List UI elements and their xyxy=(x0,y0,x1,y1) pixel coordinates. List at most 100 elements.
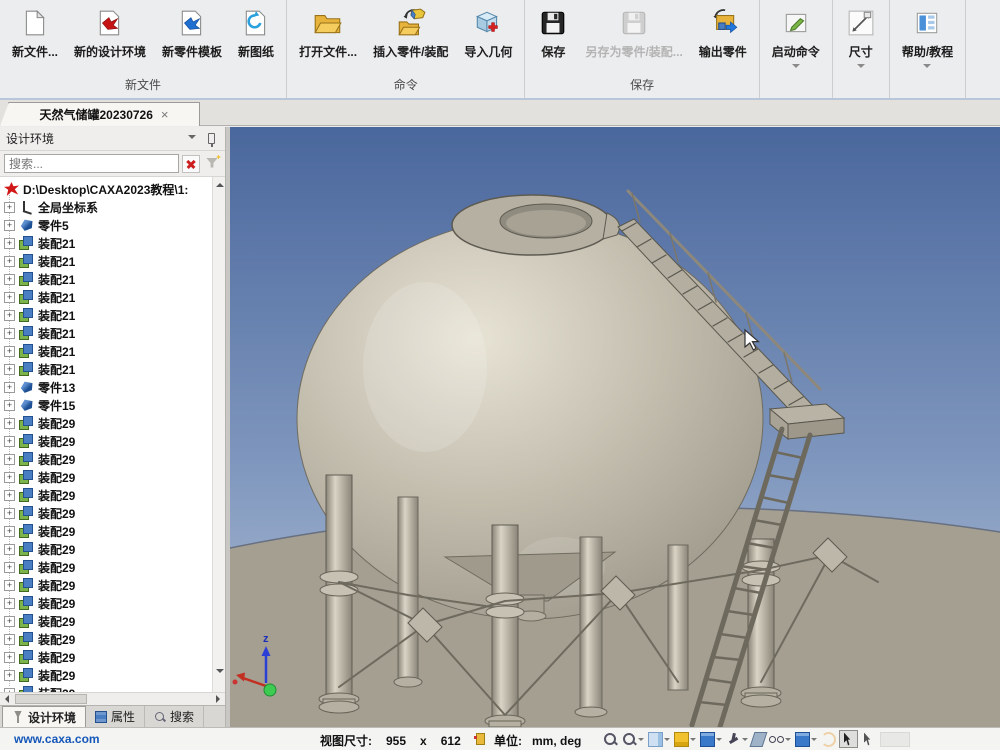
chevron-down-icon[interactable] xyxy=(811,738,817,744)
caxa-website-link[interactable]: www.caxa.com xyxy=(14,732,100,746)
help-tutorial-button[interactable]: 帮助/教程 xyxy=(894,0,961,72)
tree-item[interactable]: 装配29 xyxy=(4,666,225,684)
expand-icon[interactable] xyxy=(4,526,15,537)
document-tab[interactable]: 天然气储罐20230726 × xyxy=(8,102,200,126)
save-button[interactable]: 保存 xyxy=(529,0,577,60)
expand-icon[interactable] xyxy=(4,490,15,501)
view-tool-button[interactable] xyxy=(839,730,858,748)
expand-icon[interactable] xyxy=(4,238,15,249)
tab-design-environment[interactable]: 设计环境 xyxy=(2,706,86,727)
close-icon[interactable]: × xyxy=(161,107,169,122)
view-tool-button[interactable] xyxy=(751,730,766,748)
expand-icon[interactable] xyxy=(4,436,15,447)
scroll-right-icon[interactable] xyxy=(212,693,225,705)
expand-icon[interactable] xyxy=(4,652,15,663)
new-drawing-button[interactable]: 新图纸 xyxy=(230,0,282,60)
tree-item[interactable]: 零件15 xyxy=(4,396,225,414)
expand-icon[interactable] xyxy=(4,418,15,429)
scroll-left-icon[interactable] xyxy=(0,693,13,705)
new-design-env-button[interactable]: 新的设计环境 xyxy=(66,0,154,60)
tree-item[interactable]: 装配29 xyxy=(4,432,225,450)
insert-part-button[interactable]: 插入零件/装配 xyxy=(365,0,456,60)
launch-command-button[interactable]: 启动命令 xyxy=(764,0,828,72)
view-tool-button[interactable] xyxy=(725,730,749,748)
chevron-down-icon[interactable] xyxy=(716,738,722,744)
expand-icon[interactable] xyxy=(4,292,15,303)
expand-icon[interactable] xyxy=(4,616,15,627)
tree-item[interactable]: 装配29 xyxy=(4,630,225,648)
tree-item[interactable]: 装配21 xyxy=(4,324,225,342)
view-tool-button[interactable] xyxy=(699,730,723,748)
chevron-down-icon[interactable] xyxy=(664,738,670,744)
view-tool-button[interactable] xyxy=(860,730,877,748)
tree-item[interactable]: 装配29 xyxy=(4,504,225,522)
import-geometry-button[interactable]: 导入几何 xyxy=(456,0,520,60)
tree-root[interactable]: D:\Desktop\CAXA2023教程\1: xyxy=(4,180,225,198)
pin-icon[interactable] xyxy=(208,133,215,144)
tree-item[interactable]: 装配21 xyxy=(4,360,225,378)
tree-item[interactable]: 装配29 xyxy=(4,540,225,558)
expand-icon[interactable] xyxy=(4,400,15,411)
tree-item[interactable]: 装配29 xyxy=(4,576,225,594)
expand-icon[interactable] xyxy=(4,562,15,573)
scrollbar-thumb[interactable] xyxy=(15,694,87,704)
expand-icon[interactable] xyxy=(4,544,15,555)
chevron-down-icon[interactable] xyxy=(690,738,696,744)
filter-icon[interactable] xyxy=(203,155,221,173)
export-part-button[interactable]: 输出零件 xyxy=(691,0,755,60)
expand-icon[interactable] xyxy=(4,670,15,681)
chevron-down-icon[interactable] xyxy=(638,738,644,744)
expand-icon[interactable] xyxy=(4,508,15,519)
tree-item[interactable]: 装配21 xyxy=(4,306,225,324)
tab-search[interactable]: 搜索 xyxy=(145,706,204,727)
save-as-button[interactable]: 另存为零件/装配... xyxy=(577,0,690,60)
tree-item[interactable]: 装配29 xyxy=(4,414,225,432)
tree-item[interactable]: 装配21 xyxy=(4,234,225,252)
tab-properties[interactable]: 属性 xyxy=(86,706,145,727)
tree-item[interactable]: 零件13 xyxy=(4,378,225,396)
expand-icon[interactable] xyxy=(4,472,15,483)
new-file-button[interactable]: 新文件... xyxy=(4,0,66,60)
view-tool-button[interactable] xyxy=(820,730,837,748)
open-file-button[interactable]: 打开文件... xyxy=(291,0,365,60)
view-tool-button[interactable] xyxy=(879,730,911,748)
tree-horizontal-scrollbar[interactable] xyxy=(0,692,225,705)
view-tool-button[interactable] xyxy=(768,730,792,748)
view-tool-button[interactable] xyxy=(794,730,818,748)
tree-item[interactable]: 装配29 xyxy=(4,486,225,504)
dimension-button[interactable]: 尺寸 xyxy=(837,0,885,72)
tree-item[interactable]: 装配29 xyxy=(4,450,225,468)
scroll-down-icon[interactable] xyxy=(213,664,225,678)
chevron-down-icon[interactable] xyxy=(188,135,196,143)
expand-icon[interactable] xyxy=(4,328,15,339)
tree-item[interactable]: 装配29 xyxy=(4,684,225,692)
chevron-down-icon[interactable] xyxy=(785,738,791,744)
tree-item[interactable]: 全局坐标系 xyxy=(4,198,225,216)
view-tool-button[interactable] xyxy=(602,730,619,748)
tree-item[interactable]: 装配29 xyxy=(4,648,225,666)
tree-item[interactable]: 装配29 xyxy=(4,468,225,486)
expand-icon[interactable] xyxy=(4,364,15,375)
tree-item[interactable]: 零件5 xyxy=(4,216,225,234)
expand-icon[interactable] xyxy=(4,454,15,465)
search-input[interactable] xyxy=(4,154,179,173)
expand-icon[interactable] xyxy=(4,256,15,267)
expand-icon[interactable] xyxy=(4,346,15,357)
3d-viewport[interactable]: z xyxy=(230,127,1000,727)
tree-item[interactable]: 装配21 xyxy=(4,252,225,270)
expand-icon[interactable] xyxy=(4,580,15,591)
view-tool-button[interactable] xyxy=(621,730,645,748)
expand-icon[interactable] xyxy=(4,220,15,231)
view-tool-button[interactable] xyxy=(647,730,671,748)
expand-icon[interactable] xyxy=(4,382,15,393)
tree-vertical-scrollbar[interactable] xyxy=(212,177,225,692)
tree-item[interactable]: 装配29 xyxy=(4,612,225,630)
tree-item[interactable]: 装配21 xyxy=(4,270,225,288)
expand-icon[interactable] xyxy=(4,598,15,609)
tree-item[interactable]: 装配29 xyxy=(4,594,225,612)
tree-item[interactable]: 装配21 xyxy=(4,342,225,360)
expand-icon[interactable] xyxy=(4,274,15,285)
chevron-down-icon[interactable] xyxy=(742,738,748,744)
clear-search-icon[interactable] xyxy=(182,155,200,173)
view-tool-button[interactable] xyxy=(673,730,697,748)
